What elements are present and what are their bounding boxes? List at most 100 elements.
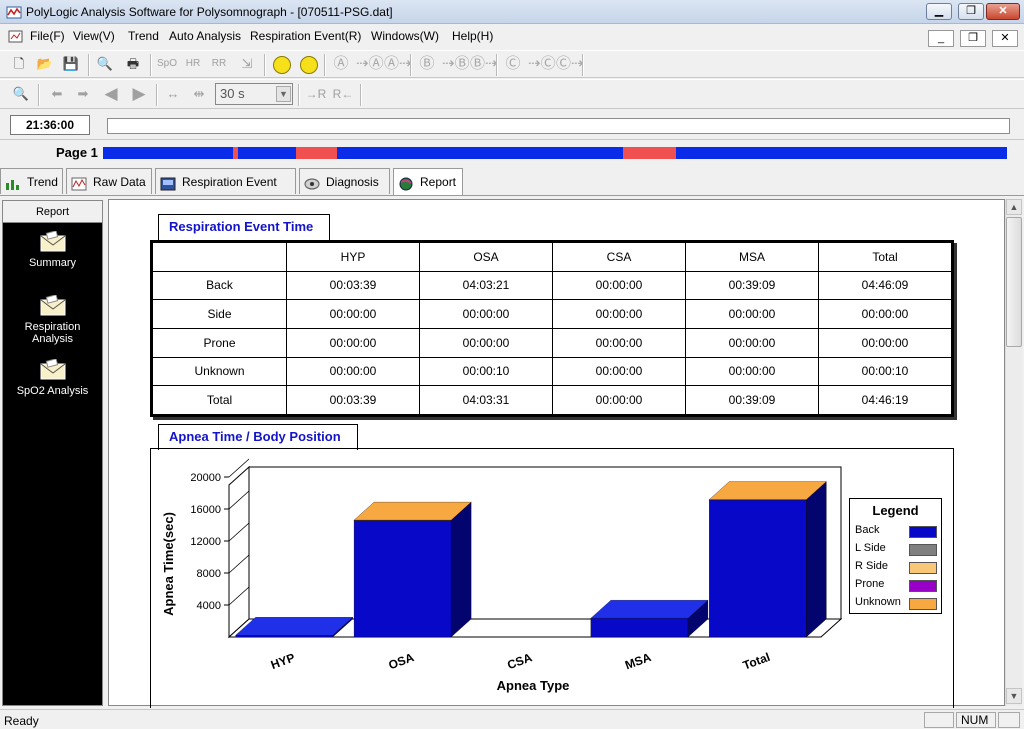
- legend-label: R Side: [855, 560, 889, 572]
- scroll-thumb[interactable]: [1006, 217, 1022, 347]
- zoom-select[interactable]: 30 s ▼: [215, 83, 293, 105]
- table-cell: 04:46:19: [818, 385, 952, 415]
- status-text: Ready: [4, 714, 39, 728]
- toolbar-main: 🗋 📂 💾 🔍 🖶 SpO HR RR ⇲ Ⓐ ⇢Ⓐ Ⓐ⇢ Ⓑ ⇢Ⓑ Ⓑ⇢ Ⓒ …: [0, 50, 1024, 78]
- open-folder-icon[interactable]: 📂: [34, 53, 56, 75]
- big-arrow-left-icon[interactable]: ◀: [100, 83, 122, 105]
- menu-auto-analysis[interactable]: Auto Analysis: [169, 29, 241, 43]
- tab-diagnosis[interactable]: Diagnosis: [299, 168, 390, 194]
- table-row: Back 00:03:39 04:03:21 00:00:00 00:39:09…: [152, 270, 952, 301]
- circle-a-icon[interactable]: Ⓐ: [330, 53, 352, 75]
- rr-icon[interactable]: RR: [208, 53, 230, 75]
- apnea-chart-title: Apnea Time / Body Position: [158, 424, 358, 450]
- report-item-spo2-analysis[interactable]: SpO2 Analysis: [3, 358, 102, 397]
- page-label: Page 1: [56, 145, 98, 160]
- legend-label: Prone: [855, 578, 885, 590]
- report-panel: Report Summary Respiration Analysis SpO2…: [2, 200, 103, 706]
- report-globe-icon: [398, 174, 414, 191]
- tab-trend[interactable]: Trend: [0, 168, 63, 194]
- page-event-strip[interactable]: [103, 147, 1007, 159]
- smiley-b-icon[interactable]: [300, 56, 318, 74]
- circle-c-right-icon[interactable]: Ⓒ⇢: [556, 53, 584, 75]
- r-forward-button[interactable]: →R: [304, 83, 328, 105]
- expand-width-icon[interactable]: ↔: [162, 83, 184, 105]
- x-tick-label: Total: [741, 650, 772, 673]
- tab-report[interactable]: Report: [393, 168, 463, 196]
- bar-top: [235, 617, 354, 636]
- mdi-close-button[interactable]: ✕: [992, 30, 1018, 47]
- zoom-search-icon[interactable]: 🔍: [10, 83, 32, 105]
- hr-icon[interactable]: HR: [182, 53, 204, 75]
- table-header-cell: OSA: [419, 242, 553, 272]
- report-item-respiration-analysis-label: Respiration Analysis: [24, 321, 81, 345]
- circle-b-right-icon[interactable]: Ⓑ⇢: [470, 53, 498, 75]
- status-panel: [924, 712, 954, 728]
- chevron-down-icon[interactable]: ▼: [276, 86, 291, 102]
- menu-trend[interactable]: Trend: [128, 29, 159, 43]
- y-tick-label: 8000: [197, 568, 221, 580]
- tab-respiration-event[interactable]: Respiration Event: [155, 168, 296, 194]
- report-item-summary[interactable]: Summary: [3, 230, 102, 269]
- circle-b-icon[interactable]: Ⓑ: [416, 53, 438, 75]
- y-tick-label: 12000: [190, 536, 221, 548]
- separator: [88, 54, 90, 76]
- bar-side: [806, 481, 827, 638]
- menu-view[interactable]: View(V): [73, 29, 115, 43]
- close-button[interactable]: ✕: [986, 3, 1020, 20]
- legend-item: Back: [855, 524, 939, 540]
- tab-raw-data[interactable]: Raw Data: [66, 168, 152, 194]
- separator: [150, 54, 152, 76]
- circle-c-icon[interactable]: Ⓒ: [502, 53, 524, 75]
- circle-a-left-icon[interactable]: ⇢Ⓐ: [356, 53, 384, 75]
- respiration-table-body: HYP OSA CSA MSA Total Back 00:03:39 04:0…: [152, 242, 952, 415]
- print-preview-icon[interactable]: 🔍: [94, 53, 116, 75]
- table-header-cell: CSA: [552, 242, 686, 272]
- x-tick-label: HYP: [269, 650, 297, 672]
- table-header-cell: MSA: [685, 242, 819, 272]
- report-item-respiration-analysis[interactable]: Respiration Analysis: [3, 294, 102, 345]
- table-cell: 04:03:31: [419, 385, 553, 415]
- table-cell: 00:00:00: [286, 327, 420, 358]
- circle-b-left-icon[interactable]: ⇢Ⓑ: [442, 53, 470, 75]
- table-cell: 00:00:00: [818, 327, 952, 358]
- smiley-icon[interactable]: [273, 56, 291, 74]
- save-icon[interactable]: 💾: [60, 53, 82, 75]
- big-arrow-right-icon[interactable]: ▶: [128, 83, 150, 105]
- report-item-summary-label: Summary: [28, 257, 77, 269]
- compress-width-icon[interactable]: ⇹: [188, 83, 210, 105]
- table-header-row: HYP OSA CSA MSA Total: [152, 242, 952, 272]
- table-cell: 00:00:10: [818, 356, 952, 387]
- view-tabs: Trend Raw Data Respiration Event Diagnos…: [0, 168, 1024, 196]
- scroll-down-icon[interactable]: ▼: [1006, 688, 1022, 704]
- export-icon[interactable]: ⇲: [236, 53, 258, 75]
- mdi-restore-button[interactable]: ❐: [960, 30, 986, 47]
- table-cell: 04:46:09: [818, 270, 952, 301]
- scroll-up-icon[interactable]: ▲: [1006, 199, 1022, 215]
- minimize-button[interactable]: ▁: [926, 3, 952, 20]
- report-item-spo2-analysis-label: SpO2 Analysis: [16, 385, 89, 397]
- arrow-left-icon[interactable]: ⬅: [46, 83, 68, 105]
- menu-help[interactable]: Help(H): [452, 29, 493, 43]
- mdi-minimize-button[interactable]: _: [928, 30, 954, 47]
- tab-trend-label: Trend: [27, 175, 58, 189]
- table-row: Side 00:00:00 00:00:00 00:00:00 00:00:00…: [152, 299, 952, 329]
- vertical-scrollbar[interactable]: ▲ ▼: [1005, 199, 1022, 706]
- circle-a-right-icon[interactable]: Ⓐ⇢: [384, 53, 412, 75]
- legend-item: Unknown: [855, 596, 939, 612]
- table-cell: 00:03:39: [286, 385, 420, 415]
- table-header-cell: [152, 242, 287, 272]
- circle-c-left-icon[interactable]: ⇢Ⓒ: [528, 53, 556, 75]
- tab-report-label: Report: [420, 175, 457, 189]
- arrow-right-icon[interactable]: ➡: [72, 83, 94, 105]
- spo2-icon[interactable]: SpO: [156, 53, 178, 75]
- tab-raw-data-label: Raw Data: [93, 175, 146, 189]
- time-progress-bar[interactable]: [107, 118, 1010, 134]
- menu-file[interactable]: File(F): [30, 29, 65, 43]
- menu-respiration-event[interactable]: Respiration Event(R): [250, 29, 361, 43]
- print-icon[interactable]: 🖶: [122, 53, 144, 75]
- maximize-button[interactable]: ❐: [958, 3, 984, 20]
- new-doc-icon[interactable]: 🗋: [8, 53, 30, 75]
- r-back-button[interactable]: R←: [331, 83, 355, 105]
- bar-front: [235, 635, 333, 638]
- menu-windows[interactable]: Windows(W): [371, 29, 439, 43]
